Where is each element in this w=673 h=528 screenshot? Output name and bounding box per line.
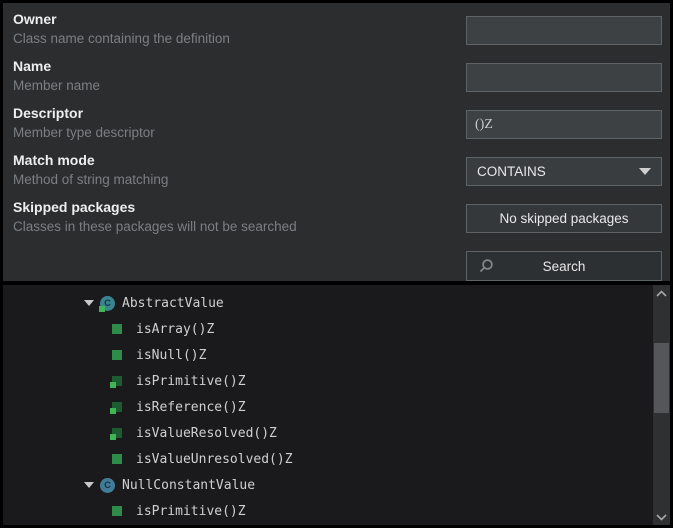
descriptor-label: Descriptor [13, 105, 84, 121]
search-form: Owner Class name containing the definiti… [3, 3, 670, 281]
match-mode-description: Method of string matching [13, 172, 169, 187]
method-icon [112, 350, 122, 360]
member-search-window: Owner Class name containing the definiti… [0, 0, 673, 528]
abstract-method-icon [110, 376, 122, 388]
tree: C AbstractValue isArray()Z isNull()Z isPrimi… [3, 285, 670, 524]
name-description: Member name [13, 78, 101, 93]
method-icon [112, 506, 122, 516]
abstract-method-icon [110, 428, 122, 440]
chevron-down-icon [639, 168, 651, 175]
skipped-packages-label: Skipped packages [13, 199, 136, 215]
tree-item-label: isValueUnresolved()Z [136, 451, 293, 467]
abstract-method-icon [110, 402, 122, 414]
match-mode-select[interactable]: CONTAINS [466, 157, 662, 186]
tree-item-label: isReference()Z [136, 399, 246, 415]
scroll-up-button[interactable] [653, 285, 670, 301]
owner-input[interactable] [466, 16, 662, 45]
tree-item-abstractvalue[interactable]: C AbstractValue [3, 290, 670, 316]
tree-item-isvalueresolved-z[interactable]: isValueResolved()Z [3, 420, 670, 446]
tree-item-isarray-z[interactable]: isArray()Z [3, 316, 670, 342]
tree-expander-icon[interactable] [84, 300, 94, 306]
tree-item-label: isNull()Z [136, 347, 207, 363]
name-label: Name [13, 58, 52, 74]
chevron-down-icon [656, 513, 667, 521]
descriptor-input[interactable] [466, 110, 662, 139]
descriptor-description: Member type descriptor [13, 125, 155, 140]
owner-description: Class name containing the definition [13, 31, 230, 46]
scrollbar-track[interactable] [653, 285, 670, 525]
results-panel: C AbstractValue isArray()Z isNull()Z isPrimi… [3, 285, 670, 525]
class-icon: C [100, 477, 115, 493]
name-input[interactable] [466, 63, 662, 92]
tree-item-isreference-z[interactable]: isReference()Z [3, 394, 670, 420]
form-row-owner: Owner Class name containing the definiti… [13, 9, 662, 56]
tree-item-label: isValueResolved()Z [136, 425, 277, 441]
tree-item-label: isArray()Z [136, 321, 215, 337]
tree-item-label: isPrimitive()Z [136, 373, 246, 389]
method-icon [112, 454, 122, 464]
owner-label: Owner [13, 11, 57, 27]
scroll-down-button[interactable] [653, 509, 670, 525]
tree-item-label: isPrimitive()Z [136, 503, 246, 519]
search-icon [479, 259, 493, 273]
form-row-skipped-packages: Skipped packages Classes in these packag… [13, 197, 662, 244]
skipped-packages-description: Classes in these packages will not be se… [13, 219, 297, 234]
form-row-match-mode: Match mode Method of string matching CON… [13, 150, 662, 197]
chevron-up-icon [656, 289, 667, 297]
tree-item-label: AbstractValue [122, 295, 224, 311]
tree-item-isnull-z[interactable]: isNull()Z [3, 342, 670, 368]
method-icon [112, 324, 122, 334]
abstract-class-icon: C [99, 295, 115, 312]
scrollbar-thumb[interactable] [654, 343, 669, 413]
form-row-descriptor: Descriptor Member type descriptor [13, 103, 662, 150]
match-mode-value: CONTAINS [477, 164, 546, 179]
tree-item-isvalueunresolved-z[interactable]: isValueUnresolved()Z [3, 446, 670, 472]
form-row-name: Name Member name [13, 56, 662, 103]
tree-item-isprimitive-z[interactable]: isPrimitive()Z [3, 368, 670, 394]
skipped-packages-button[interactable]: No skipped packages [466, 204, 662, 233]
search-button-label: Search [542, 258, 586, 274]
tree-item-isprimitive-z[interactable]: isPrimitive()Z [3, 498, 670, 524]
search-button[interactable]: Search [466, 251, 662, 281]
match-mode-label: Match mode [13, 152, 95, 168]
tree-expander-icon[interactable] [84, 482, 94, 488]
tree-item-nullconstantvalue[interactable]: C NullConstantValue [3, 472, 670, 498]
tree-item-label: NullConstantValue [122, 477, 256, 493]
